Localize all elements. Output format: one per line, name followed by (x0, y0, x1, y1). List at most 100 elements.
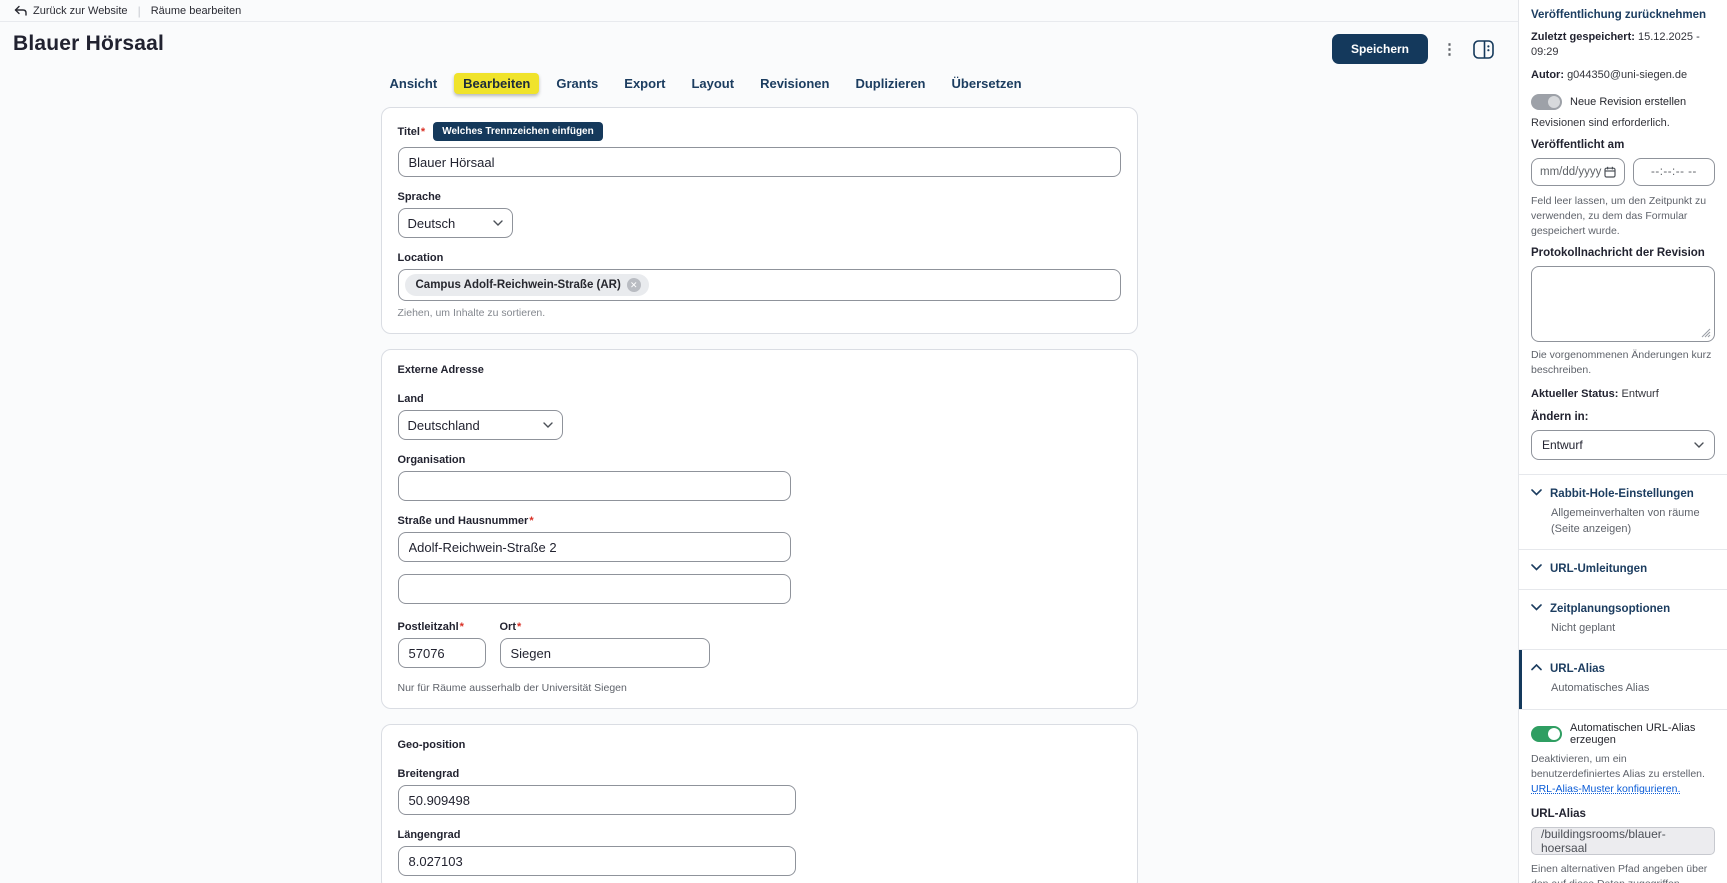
section-url-redirects: URL-Umleitungen (1531, 550, 1715, 589)
back-arrow-icon (14, 5, 27, 16)
organisation-input[interactable] (398, 471, 791, 501)
location-help: Ziehen, um Inhalte zu sortieren. (398, 307, 1121, 319)
rooms-edit-link[interactable]: Räume bearbeiten (151, 5, 242, 17)
chevron-down-icon (1531, 564, 1542, 571)
new-revision-row: Neue Revision erstellen (1531, 94, 1715, 110)
title-label: Titel* (398, 126, 426, 138)
tab-layout[interactable]: Layout (682, 73, 743, 94)
city-input[interactable] (500, 638, 710, 668)
back-to-site-label: Zurück zur Website (33, 5, 128, 17)
required-marker: * (517, 621, 521, 633)
address-help: Nur für Räume ausserhalb der Universität… (398, 682, 1121, 694)
main-area: Zurück zur Website | Räume bearbeiten Bl… (0, 0, 1518, 883)
required-marker: * (529, 515, 533, 527)
chevron-down-icon (543, 422, 553, 428)
country-select[interactable]: Deutschland (398, 410, 563, 440)
alias-pattern-link[interactable]: URL-Alias-Muster konfigurieren. (1531, 783, 1680, 795)
log-message-label: Protokollnachricht der Revision (1531, 247, 1715, 259)
auto-alias-help: Deaktivieren, um ein benutzerdefiniertes… (1531, 752, 1715, 796)
language-label: Sprache (398, 191, 1121, 203)
section-summary: Automatisches Alias (1551, 681, 1715, 697)
author: Autor: g044350@uni-siegen.de (1531, 68, 1715, 83)
auto-alias-label: Automatischen URL-Alias erzeugen (1570, 722, 1715, 746)
tab-uebersetzen[interactable]: Übersetzen (943, 73, 1031, 94)
section-url-redirects-header[interactable]: URL-Umleitungen (1531, 562, 1715, 577)
save-button[interactable]: Speichern (1332, 34, 1428, 64)
street-input-2[interactable] (398, 574, 791, 604)
latitude-label: Breitengrad (398, 768, 1121, 780)
new-revision-toggle[interactable] (1531, 94, 1562, 110)
section-summary: Nicht geplant (1551, 621, 1715, 637)
city-label: Ort* (500, 621, 710, 633)
auto-alias-toggle[interactable] (1531, 726, 1562, 742)
tab-grants[interactable]: Grants (547, 73, 607, 94)
organisation-label: Organisation (398, 454, 1121, 466)
language-select[interactable]: Deutsch (398, 208, 513, 238)
location-chip[interactable]: Campus Adolf-Reichwein-Straße (AR) ✕ (405, 274, 649, 296)
toolbar-divider: | (138, 4, 141, 18)
last-saved: Zuletzt gespeichert: 15.12.2025 - 09:29 (1531, 30, 1715, 60)
settings-sidebar: Veröffentlichung zurücknehmen Zuletzt ge… (1518, 0, 1727, 883)
required-marker: * (421, 126, 425, 138)
log-message-help: Die vorgenommenen Änderungen kurz beschr… (1531, 348, 1715, 377)
postal-code-label: Postleitzahl* (398, 621, 486, 633)
section-summary: Allgemeinverhalten von räume (Seite anze… (1551, 506, 1715, 538)
current-status: Aktueller Status: Entwurf (1531, 387, 1715, 402)
section-url-alias: URL-Alias Automatisches Alias (1519, 650, 1715, 709)
separator-hint-badge: Welches Trennzeichen einfügen (433, 122, 603, 141)
tab-bar: Ansicht Bearbeiten Grants Export Layout … (381, 73, 1138, 94)
required-marker: * (460, 621, 464, 633)
remove-location-icon[interactable]: ✕ (627, 278, 641, 292)
section-url-alias-header[interactable]: URL-Alias (1531, 662, 1715, 677)
longitude-label: Längengrad (398, 829, 1121, 841)
tab-export[interactable]: Export (615, 73, 674, 94)
latitude-input[interactable] (398, 785, 796, 815)
published-on-label: Veröffentlicht am (1531, 139, 1715, 151)
external-address-title: Externe Adresse (398, 364, 1121, 376)
url-alias-input: /buildingsrooms/blauer-hoersaal (1531, 827, 1715, 855)
log-message-wrap (1531, 266, 1715, 342)
url-alias-label: URL-Alias (1531, 808, 1715, 820)
admin-toolbar: Zurück zur Website | Räume bearbeiten (0, 0, 1518, 22)
chevron-up-icon (1531, 664, 1542, 671)
log-message-textarea[interactable] (1531, 266, 1715, 342)
more-actions-icon[interactable]: ⋮ (1440, 38, 1459, 61)
chevron-down-icon (493, 220, 503, 226)
title-language-location-card: Titel* Welches Trennzeichen einfügen Spr… (381, 107, 1138, 334)
sidebar-toggle-icon[interactable] (1471, 38, 1496, 61)
header-actions: Speichern ⋮ (1332, 34, 1496, 64)
section-scheduling-header[interactable]: Zeitplanungsoptionen (1531, 602, 1715, 617)
moderation-state-select[interactable]: Entwurf (1531, 430, 1715, 460)
edit-form: Titel* Welches Trennzeichen einfügen Spr… (0, 94, 1518, 883)
url-alias-panel: Automatischen URL-Alias erzeugen Deaktiv… (1531, 710, 1715, 883)
tab-duplizieren[interactable]: Duplizieren (846, 73, 934, 94)
back-to-site-link[interactable]: Zurück zur Website (14, 5, 128, 17)
chevron-down-icon (1531, 604, 1542, 611)
section-rabbit-hole: Rabbit-Hole-Einstellungen Allgemeinverha… (1531, 475, 1715, 550)
tab-revisionen[interactable]: Revisionen (751, 73, 838, 94)
location-input[interactable]: Campus Adolf-Reichwein-Straße (AR) ✕ (398, 269, 1121, 301)
geo-position-card: Geo-position Breitengrad Längengrad (381, 724, 1138, 883)
external-address-card: Externe Adresse Land Deutschland Organis… (381, 349, 1138, 709)
published-on-help: Feld leer lassen, um den Zeitpunkt zu ve… (1531, 194, 1715, 238)
section-scheduling: Zeitplanungsoptionen Nicht geplant (1531, 590, 1715, 649)
section-rabbit-hole-header[interactable]: Rabbit-Hole-Einstellungen (1531, 487, 1715, 502)
chevron-down-icon (1694, 442, 1704, 448)
tab-bearbeiten[interactable]: Bearbeiten (454, 73, 539, 94)
country-label: Land (398, 393, 1121, 405)
location-label: Location (398, 252, 1121, 264)
title-input[interactable] (398, 147, 1121, 177)
publish-time-input[interactable]: --:--:-- -- (1633, 158, 1715, 186)
street-input[interactable] (398, 532, 791, 562)
calendar-icon[interactable] (1604, 166, 1616, 178)
publish-date-input[interactable]: mm/dd/yyyy (1531, 158, 1625, 186)
tab-ansicht[interactable]: Ansicht (381, 73, 447, 94)
url-alias-help: Einen alternativen Pfad angeben über den… (1531, 862, 1715, 883)
postal-code-input[interactable] (398, 638, 486, 668)
new-revision-label: Neue Revision erstellen (1570, 96, 1686, 108)
page-title: Blauer Hörsaal (13, 32, 164, 56)
unpublish-link[interactable]: Veröffentlichung zurücknehmen (1531, 9, 1715, 21)
chevron-down-icon (1531, 489, 1542, 496)
longitude-input[interactable] (398, 846, 796, 876)
published-on-fields: mm/dd/yyyy --:--:-- -- (1531, 158, 1715, 186)
